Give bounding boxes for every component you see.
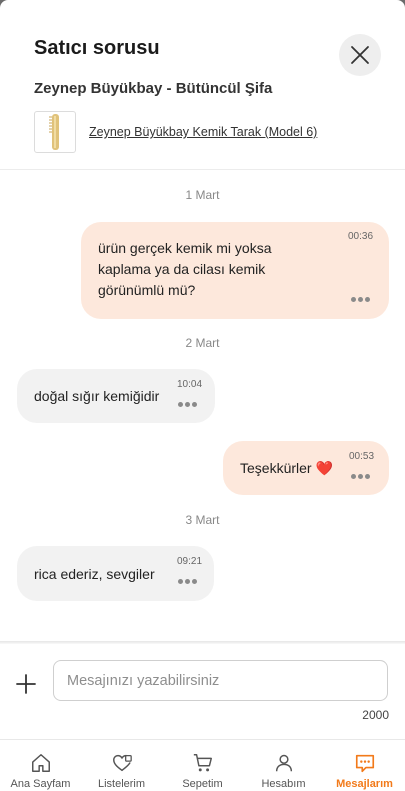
message-outgoing: ürün gerçek kemik mi yoksa kaplama ya da… bbox=[81, 222, 389, 319]
message-text: Teşekkürler ❤️ bbox=[240, 460, 333, 476]
seller-name: Zeynep Büyükbay - Bütüncül Şifa bbox=[34, 80, 273, 97]
date-separator: 1 Mart bbox=[185, 188, 220, 202]
nav-label: Sepetim bbox=[182, 778, 223, 790]
nav-label: Hesabım bbox=[261, 778, 306, 790]
more-options-icon[interactable] bbox=[351, 474, 370, 479]
character-counter: 2000 bbox=[362, 708, 389, 722]
attach-button[interactable] bbox=[14, 672, 38, 696]
message-text: rica ederiz, sevgiler bbox=[34, 566, 155, 582]
nav-item-home[interactable]: Ana Sayfam bbox=[0, 740, 81, 791]
message-time: 00:53 bbox=[349, 451, 375, 462]
comb-image-icon bbox=[49, 114, 59, 150]
nav-item-messages[interactable]: Mesajlarım bbox=[324, 740, 405, 791]
product-row: Zeynep Büyükbay Kemik Tarak (Model 6) bbox=[34, 111, 317, 153]
message-text: doğal sığır kemiğidir bbox=[34, 388, 160, 404]
backdrop-strip bbox=[0, 0, 405, 8]
close-icon bbox=[351, 46, 369, 64]
message-input[interactable] bbox=[53, 660, 388, 701]
nav-label: Listelerim bbox=[97, 778, 146, 790]
home-icon bbox=[31, 754, 50, 772]
date-separator: 2 Mart bbox=[185, 336, 220, 350]
cart-icon bbox=[193, 754, 212, 772]
message-time: 00:36 bbox=[348, 231, 374, 242]
message-icon bbox=[355, 754, 374, 773]
message-incoming: rica ederiz, sevgiler 09:21 bbox=[17, 546, 214, 601]
message-incoming: doğal sığır kemiğidir 10:04 bbox=[17, 369, 215, 423]
sheet-header: Satıcı sorusu Zeynep Büyükbay - Bütüncül… bbox=[0, 8, 405, 170]
bottom-navigation: Ana Sayfam Listelerim Sepetim Hesabım Me… bbox=[0, 739, 405, 791]
page-title: Satıcı sorusu bbox=[34, 37, 160, 59]
message-outgoing: Teşekkürler ❤️ 00:53 bbox=[223, 441, 389, 495]
nav-label: Mesajlarım bbox=[336, 778, 393, 790]
message-composer: 2000 bbox=[0, 644, 405, 739]
product-link[interactable]: Zeynep Büyükbay Kemik Tarak (Model 6) bbox=[89, 125, 317, 139]
product-thumbnail[interactable] bbox=[34, 111, 76, 153]
heart-list-icon bbox=[112, 754, 132, 772]
nav-item-lists[interactable]: Listelerim bbox=[81, 740, 162, 791]
message-time: 10:04 bbox=[177, 379, 203, 390]
chat-area[interactable]: 1 Mart ürün gerçek kemik mi yoksa kaplam… bbox=[0, 171, 405, 641]
more-options-icon[interactable] bbox=[178, 579, 197, 584]
question-sheet: Satıcı sorusu Zeynep Büyükbay - Bütüncül… bbox=[0, 0, 405, 791]
nav-item-account[interactable]: Hesabım bbox=[243, 740, 324, 791]
date-separator: 3 Mart bbox=[185, 513, 220, 527]
user-icon bbox=[275, 754, 292, 772]
plus-icon bbox=[16, 674, 36, 694]
message-time: 09:21 bbox=[177, 556, 203, 567]
more-options-icon[interactable] bbox=[351, 297, 370, 302]
message-text: ürün gerçek kemik mi yoksa kaplama ya da… bbox=[98, 240, 272, 298]
nav-item-cart[interactable]: Sepetim bbox=[162, 740, 243, 791]
nav-label: Ana Sayfam bbox=[10, 778, 71, 790]
close-button[interactable] bbox=[339, 34, 381, 76]
more-options-icon[interactable] bbox=[178, 402, 197, 407]
